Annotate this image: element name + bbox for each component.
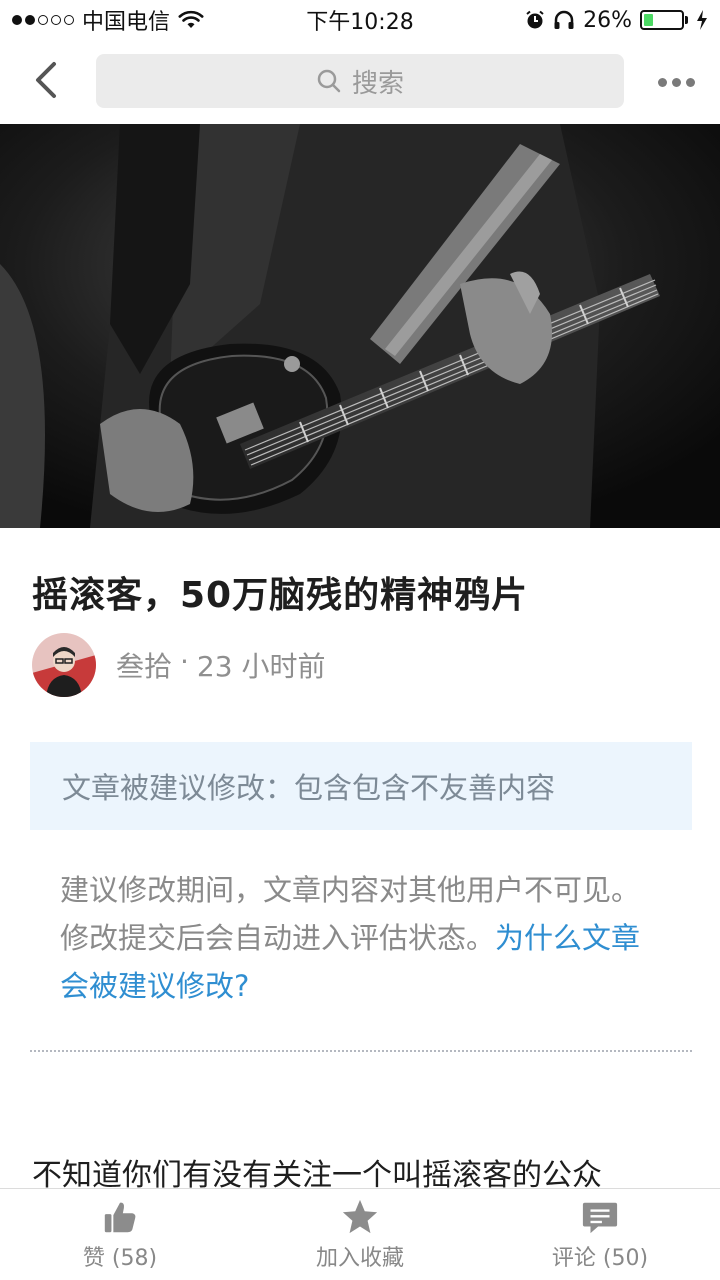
- search-input[interactable]: 搜索: [96, 54, 624, 108]
- article-body: 不知道你们有没有关注一个叫摇滚客的公众: [32, 1158, 602, 1190]
- author-meta: 叁拾 · 23 小时前: [116, 645, 325, 685]
- comment-icon: [582, 1202, 618, 1233]
- bottom-action-bar: 赞 (58) 加入收藏 评论 (50): [0, 1188, 720, 1280]
- alarm-icon: [526, 10, 544, 29]
- thumbs-up-icon: [104, 1202, 136, 1232]
- battery-fill: [644, 14, 654, 26]
- search-icon: [317, 69, 341, 93]
- chevron-left-icon: [36, 62, 56, 98]
- more-options-button[interactable]: [650, 58, 702, 106]
- nav-bar: 搜索: [0, 40, 720, 124]
- dotted-divider: [30, 1050, 692, 1052]
- guitarist-photo: [0, 124, 720, 528]
- star-icon: [342, 1199, 378, 1233]
- article-cover-image: [0, 124, 720, 528]
- avatar-image: [32, 633, 96, 697]
- meta-separator: ·: [180, 645, 189, 678]
- carrier-name: 中国电信: [82, 10, 171, 35]
- wifi-icon: [178, 10, 204, 28]
- comment-label: 评论 (50): [551, 1245, 649, 1271]
- signal-strength-icon: [12, 15, 74, 25]
- notice-text: 文章被建议修改：包含包含不友善内容: [62, 771, 556, 805]
- more-dot-icon: [657, 77, 667, 87]
- comment-button[interactable]: 评论 (50): [480, 1189, 720, 1280]
- modification-explanation: 建议修改期间，文章内容对其他用户不可见。修改提交后会自动进入评估状态。为什么文章…: [60, 866, 660, 1010]
- back-button[interactable]: [22, 56, 70, 104]
- battery-percent: 26%: [583, 7, 632, 33]
- modification-notice: 文章被建议修改：包含包含不友善内容: [30, 742, 692, 830]
- status-right: 26%: [525, 8, 708, 33]
- like-button[interactable]: 赞 (58): [0, 1189, 240, 1280]
- battery-icon: [640, 10, 688, 30]
- author-name[interactable]: 叁拾: [116, 645, 172, 685]
- favorite-label: 加入收藏: [315, 1245, 404, 1271]
- more-dot-icon: [671, 77, 681, 87]
- search-placeholder: 搜索: [351, 68, 404, 99]
- status-left: 中国电信: [12, 4, 525, 36]
- like-label: 赞 (58): [82, 1245, 158, 1271]
- status-bar: 中国电信 下午10:28 26%: [0, 0, 720, 40]
- headphones-icon: [554, 10, 574, 29]
- author-row[interactable]: 叁拾 · 23 小时前: [32, 632, 325, 698]
- charging-bolt-icon: [697, 10, 707, 30]
- favorite-button[interactable]: 加入收藏: [240, 1189, 480, 1280]
- article-title: 摇滚客，50万脑残的精神鸦片: [32, 575, 529, 616]
- more-dot-icon: [685, 77, 695, 87]
- publish-time: 23 小时前: [196, 650, 326, 683]
- author-avatar[interactable]: [32, 633, 96, 697]
